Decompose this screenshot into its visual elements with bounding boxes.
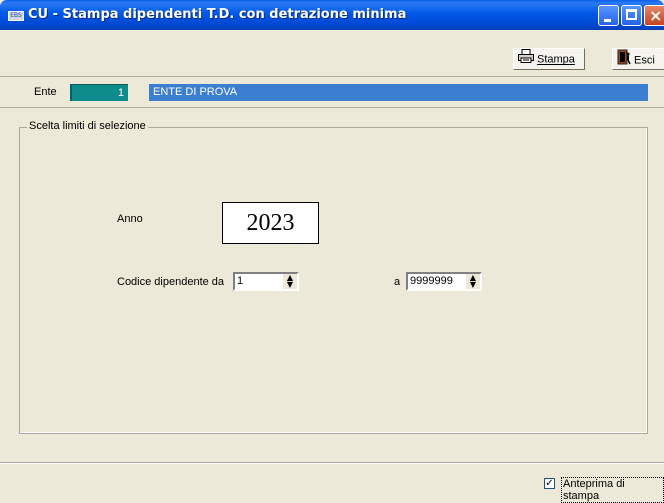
ente-label: Ente [34, 86, 57, 98]
stampa-label: Stampa [537, 53, 575, 66]
window-title: CU - Stampa dipendenti T.D. con detrazio… [28, 7, 407, 22]
spinner-arrows-icon[interactable]: ▲ ▼ [283, 274, 297, 289]
footer-divider [0, 462, 664, 464]
anno-label: Anno [117, 213, 143, 225]
esci-label: Esci [634, 54, 655, 67]
ente-row: Ente 1 ENTE DI PROVA [0, 77, 664, 108]
toolbar: Stampa Esci [0, 30, 664, 77]
anteprima-label[interactable]: Anteprima di stampa [561, 477, 664, 503]
ente-name-field: ENTE DI PROVA [149, 84, 648, 101]
close-icon: × [649, 6, 663, 25]
selection-legend: Scelta limiti di selezione [27, 120, 148, 132]
selection-groupbox [19, 127, 648, 434]
spinner-arrows-icon[interactable]: ▲ ▼ [466, 274, 480, 289]
minimize-button[interactable] [598, 5, 619, 26]
anno-input[interactable]: 2023 [222, 202, 319, 244]
codice-da-value: 1 [237, 275, 244, 287]
close-button[interactable]: × [644, 5, 664, 26]
maximize-button[interactable] [621, 5, 642, 26]
codice-a-value: 9999999 [410, 275, 453, 287]
codice-a-spinner[interactable]: 9999999 ▲ ▼ [406, 272, 482, 291]
anteprima-checkbox[interactable]: ✓ [544, 478, 555, 489]
ente-code-field[interactable]: 1 [70, 84, 128, 101]
app-icon: EBS [8, 11, 24, 21]
stampa-button[interactable]: Stampa [513, 48, 585, 70]
codice-da-label: Codice dipendente da [117, 276, 225, 288]
codice-a-label: a [394, 276, 401, 288]
printer-icon [518, 49, 534, 70]
exit-door-icon [617, 49, 631, 72]
codice-da-spinner[interactable]: 1 ▲ ▼ [233, 272, 299, 291]
title-bar[interactable]: EBS CU - Stampa dipendenti T.D. con detr… [0, 0, 664, 30]
esci-button[interactable]: Esci [612, 48, 664, 70]
